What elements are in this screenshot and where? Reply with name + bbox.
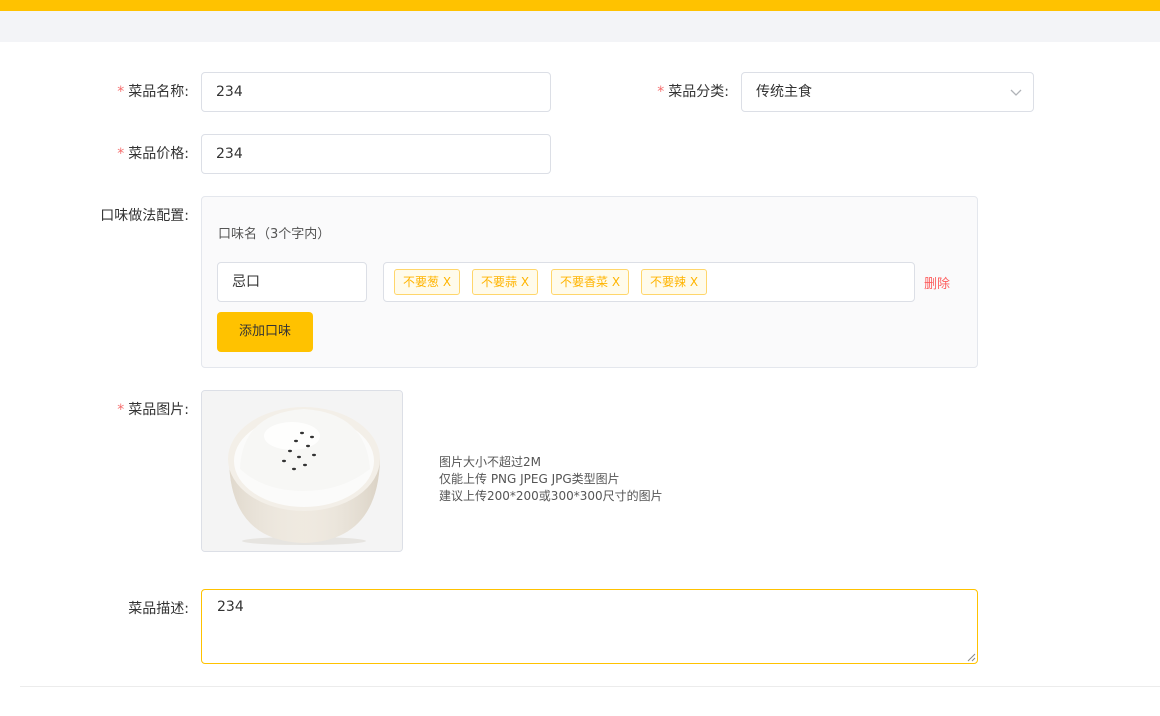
image-upload-tips: 图片大小不超过2M 仅能上传 PNG JPEG JPG类型图片 建议上传200*… [439,455,663,503]
name-label: * 菜品名称: [117,84,189,100]
resize-grip-icon[interactable] [966,652,976,662]
required-mark: * [117,146,125,162]
flavor-tag[interactable]: 不要香菜 X [551,269,630,295]
category-select[interactable]: 传统主食 [741,72,1034,112]
dish-name-input[interactable]: 234 [201,72,551,112]
flavor-config-panel: 口味名（3个字内） 忌口 不要葱 X 不要蒜 X 不要香菜 X 不要辣 X 删除… [201,196,978,368]
header-band [0,11,1160,42]
description-label: 菜品描述: [128,601,189,617]
flavor-tag[interactable]: 不要葱 X [394,269,461,295]
flavor-tag[interactable]: 不要蒜 X [472,269,539,295]
price-label: * 菜品价格: [117,146,189,162]
divider [20,686,1160,687]
delete-flavor-link[interactable]: 删除 [924,273,950,292]
dish-price-input[interactable]: 234 [201,134,551,174]
required-mark: * [117,402,125,418]
flavor-tag[interactable]: 不要辣 X [641,269,708,295]
category-selected-value: 传统主食 [756,84,812,100]
image-upload[interactable] [201,390,403,552]
flavor-tags-input[interactable]: 不要葱 X 不要蒜 X 不要香菜 X 不要辣 X [383,262,915,302]
description-value: 234 [217,599,244,615]
required-mark: * [117,84,125,100]
top-accent-bar [0,0,1160,11]
required-mark: * [657,84,665,100]
category-label: * 菜品分类: [657,84,729,100]
description-textarea[interactable]: 234 [201,589,978,664]
chevron-down-icon [1010,89,1022,96]
rice-bowl-photo [202,391,402,551]
add-flavor-button[interactable]: 添加口味 [217,312,313,352]
flavor-name-input[interactable]: 忌口 [217,262,367,302]
flavor-name-hint: 口味名（3个字内） [218,227,331,242]
image-label: * 菜品图片: [117,402,189,418]
flavor-label: 口味做法配置: [100,208,189,224]
